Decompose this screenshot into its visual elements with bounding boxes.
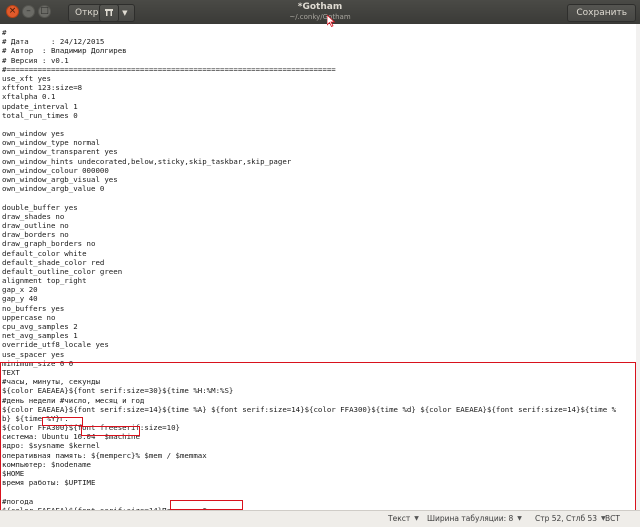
code-line[interactable]: own_window_argb_value 0 <box>2 184 616 193</box>
code-line[interactable]: # Дата : 24/12/2015 <box>2 37 616 46</box>
code-line[interactable] <box>2 193 616 202</box>
syntax-selector[interactable]: Текст ▼ <box>388 511 419 527</box>
chevron-down-icon: ▼ <box>517 515 522 522</box>
code-line[interactable]: draw_graph_borders no <box>2 239 616 248</box>
cursor-position-label: Стр 52, Стлб 53 <box>535 514 598 523</box>
mouse-cursor-icon <box>327 15 335 27</box>
code-line[interactable]: #погода <box>2 497 616 506</box>
code-line[interactable]: система: Ubuntu 16.04 $machine <box>2 432 616 441</box>
code-line[interactable]: # Автор : Владимир Долгирев <box>2 46 616 55</box>
code-line[interactable]: cpu_avg_samples 2 <box>2 322 616 331</box>
window-title-area: *Gotham ~/.conky/Gotham <box>220 1 420 22</box>
minimize-icon: – <box>26 6 31 16</box>
insert-mode[interactable]: ВСТ <box>605 511 620 527</box>
code-line[interactable]: gap_x 20 <box>2 285 616 294</box>
code-line[interactable]: own_window_colour 000000 <box>2 166 616 175</box>
cursor-position[interactable]: Стр 52, Стлб 53 ▼ <box>535 511 606 527</box>
code-line[interactable]: default_shade_color red <box>2 258 616 267</box>
code-line[interactable]: #=======================================… <box>2 65 616 74</box>
code-line[interactable] <box>2 120 616 129</box>
code-line[interactable]: draw_shades no <box>2 212 616 221</box>
code-line[interactable]: время работы: $UPTIME <box>2 478 616 487</box>
syntax-label: Текст <box>388 514 411 523</box>
code-line[interactable]: ${color FFA300}${font freeserif:size=10} <box>2 423 616 432</box>
code-line[interactable]: update_interval 1 <box>2 102 616 111</box>
close-icon: × <box>8 6 17 16</box>
code-line[interactable]: draw_borders no <box>2 230 616 239</box>
document-path: ~/.conky/Gotham <box>289 13 351 21</box>
code-line[interactable]: uppercase no <box>2 313 616 322</box>
close-window-button[interactable]: × <box>6 5 19 18</box>
code-line[interactable]: minimum_size 0 0 <box>2 359 616 368</box>
insert-mode-label: ВСТ <box>605 514 620 523</box>
status-bar: Текст ▼ Ширина табуляции: 8 ▼ Стр 52, Ст… <box>0 510 640 527</box>
code-line[interactable]: own_window_argb_visual yes <box>2 175 616 184</box>
code-line[interactable]: $HOME <box>2 469 616 478</box>
minimize-window-button[interactable]: – <box>22 5 35 18</box>
code-line[interactable]: #часы, минуты, секунды <box>2 377 616 386</box>
code-line[interactable]: draw_outline no <box>2 221 616 230</box>
code-line[interactable] <box>2 487 616 496</box>
code-line[interactable]: total_run_times 0 <box>2 111 616 120</box>
vertical-scrollbar[interactable] <box>636 24 640 511</box>
code-line[interactable]: xftalpha 0.1 <box>2 92 616 101</box>
text-editor-area[interactable]: # # Дата : 24/12/2015 # Автор : Владимир Д… <box>0 24 640 511</box>
code-line[interactable]: double_buffer yes <box>2 203 616 212</box>
code-line[interactable]: #день недели #число, месяц и год <box>2 396 616 405</box>
save-button[interactable]: Сохранить <box>567 4 636 22</box>
code-line[interactable]: own_window_type normal <box>2 138 616 147</box>
code-line[interactable]: use_xft yes <box>2 74 616 83</box>
pin-icon <box>105 9 113 16</box>
code-line[interactable]: # Версия : v0.1 <box>2 56 616 65</box>
new-tab-pin-button[interactable] <box>99 4 119 22</box>
code-line[interactable]: ядро: $sysname $kernel <box>2 441 616 450</box>
document-title: *Gotham <box>297 2 343 12</box>
code-line[interactable]: default_color white <box>2 249 616 258</box>
code-line[interactable]: alignment top_right <box>2 276 616 285</box>
code-line[interactable]: net_avg_samples 1 <box>2 331 616 340</box>
code-line[interactable]: own_window_hints undecorated,below,stick… <box>2 157 616 166</box>
chevron-down-icon: ▼ <box>414 515 419 522</box>
header-bar: × – □ Открыть ▼ *Gotham ~/.conky/Gotham … <box>0 0 640 25</box>
code-content[interactable]: # # Дата : 24/12/2015 # Автор : Владимир Д… <box>2 28 616 511</box>
code-line[interactable]: # <box>2 28 616 37</box>
code-line[interactable]: ${color EAEAEA}${font serif:size=14}${ti… <box>2 405 616 414</box>
code-line[interactable]: TEXT <box>2 368 616 377</box>
code-line[interactable]: xftfont 123:size=8 <box>2 83 616 92</box>
chevron-down-icon: ▼ <box>122 9 128 17</box>
code-line[interactable]: override_utf8_locale yes <box>2 340 616 349</box>
code-line[interactable]: ${color EAEAEA}${font serif:size=30}${ti… <box>2 386 616 395</box>
tab-width-label: Ширина табуляции: 8 <box>427 514 514 523</box>
code-line[interactable]: own_window yes <box>2 129 616 138</box>
code-line[interactable]: use_spacer yes <box>2 350 616 359</box>
code-line[interactable]: gap_y 40 <box>2 294 616 303</box>
tab-width-selector[interactable]: Ширина табуляции: 8 ▼ <box>427 511 522 527</box>
code-line[interactable]: own_window_transparent yes <box>2 147 616 156</box>
maximize-icon: □ <box>40 6 49 16</box>
code-line[interactable]: оперативная память: ${memperc}% $mem / $… <box>2 451 616 460</box>
code-line[interactable]: no_buffers yes <box>2 304 616 313</box>
code-line[interactable]: default_outline_color green <box>2 267 616 276</box>
maximize-window-button[interactable]: □ <box>38 5 51 18</box>
code-line[interactable]: компьютер: $nodename <box>2 460 616 469</box>
code-line[interactable]: b} ${time %Y}г. <box>2 414 616 423</box>
